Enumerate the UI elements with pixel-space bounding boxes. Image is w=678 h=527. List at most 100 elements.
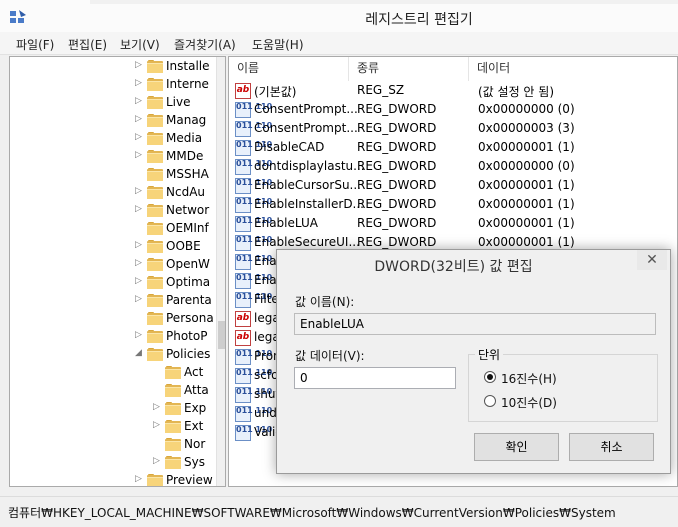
tree-item[interactable]: ▷ Optima [10,273,216,291]
value-type-cell: REG_DWORD [357,197,437,211]
close-icon[interactable]: ✕ [637,250,667,270]
value-row[interactable]: 011 110 ConsentPrompt... REG_DWORD 0x000000… [229,100,677,119]
tree-item[interactable]: ▷ Manag [10,111,216,129]
collapsed-arrow-icon[interactable]: ▷ [135,204,143,214]
tree-item[interactable]: OEMInf [10,219,216,237]
folder-icon [165,366,181,379]
value-row[interactable]: 011 110 DisableCAD REG_DWORD 0x00000001 (1) [229,138,677,157]
collapsed-arrow-icon[interactable]: ▷ [135,114,143,124]
collapsed-arrow-icon[interactable]: ▷ [135,150,143,160]
tree-item-label: Manag [166,113,207,127]
folder-icon [147,294,163,307]
key-tree[interactable]: ▷ Installe ▷ Interne ▷ Live ▷ Manag ▷ Media ▷ MMDe M… [9,56,226,487]
tree-item-label: Exp [184,401,207,415]
value-data-input[interactable]: 0 [294,367,456,389]
binary-value-icon: 011 110 [235,273,272,289]
tree-item-label: Sys [184,455,205,469]
collapsed-arrow-icon[interactable]: ▷ [153,402,161,412]
ok-button[interactable]: 확인 [474,433,559,461]
folder-icon [147,114,163,127]
value-row[interactable]: 011 110 ConsentPrompt... REG_DWORD 0x000000… [229,119,677,138]
folder-icon [165,420,181,433]
folder-icon [147,168,163,181]
value-row[interactable]: 011 110 EnableCursorSu... REG_DWORD 0x00000… [229,176,677,195]
menu-edit[interactable]: 편집(E) [68,36,107,53]
collapsed-arrow-icon[interactable]: ▷ [135,78,143,88]
folder-icon [165,456,181,469]
tree-item[interactable]: ▷ Networ [10,201,216,219]
tree-item[interactable]: ▷ Preview [10,471,216,486]
tree-item[interactable]: ▷ Media [10,129,216,147]
menu-help[interactable]: 도움말(H) [252,36,304,53]
tree-item[interactable]: ▷ Live [10,93,216,111]
tree-item[interactable]: Nor [10,435,216,453]
collapsed-arrow-icon[interactable]: ▷ [135,330,143,340]
status-bar: 컴퓨터₩HKEY_LOCAL_MACHINE₩SOFTWARE₩Microsof… [0,496,678,527]
value-data-cell: 0x00000001 (1) [478,216,575,230]
collapsed-arrow-icon[interactable]: ▷ [135,96,143,106]
tree-item-label: Media [166,131,203,145]
tree-item[interactable]: MSSHA [10,165,216,183]
value-name-label: 값 이름(N): [295,295,355,309]
radio-hex-circle[interactable] [484,371,496,383]
tree-item[interactable]: ▷ PhotoP [10,327,216,345]
menu-file[interactable]: 파일(F) [16,36,54,53]
tree-item[interactable]: ▷ Interne [10,75,216,93]
tree-item-label: Installe [166,59,210,73]
collapsed-arrow-icon[interactable]: ▷ [153,456,161,466]
collapsed-arrow-icon[interactable]: ▷ [135,60,143,70]
value-row[interactable]: 011 110 dontdisplaylastu... REG_DWORD 0x000… [229,157,677,176]
value-type-cell: REG_DWORD [357,102,437,116]
value-data-label: 값 데이터(V): [295,349,365,363]
value-type-cell: REG_DWORD [357,121,437,135]
column-header-name[interactable]: 이름 [229,57,349,81]
tree-item[interactable]: ▷ Installe [10,57,216,75]
tree-item[interactable]: ▷ MMDe [10,147,216,165]
menu-favorites[interactable]: 즐겨찾기(A) [174,36,236,53]
tree-item[interactable]: ▷ Exp [10,399,216,417]
folder-icon [147,276,163,289]
tree-item[interactable]: ◢ Policies [10,345,216,363]
collapsed-arrow-icon[interactable]: ▷ [135,132,143,142]
tree-item[interactable]: ▷ OpenW [10,255,216,273]
tree-item-label: Nor [184,437,206,451]
collapsed-arrow-icon[interactable]: ▷ [135,240,143,250]
value-row[interactable]: ab (기본값) REG_SZ (값 설정 안 됨) [229,81,677,100]
tree-scrollbar[interactable] [216,57,225,486]
tree-item-label: Act [184,365,204,379]
expanded-arrow-icon[interactable]: ◢ [135,348,143,358]
collapsed-arrow-icon[interactable]: ▷ [153,420,161,430]
tree-item[interactable]: ▷ OOBE [10,237,216,255]
binary-value-icon: 011 110 [235,159,272,175]
collapsed-arrow-icon[interactable]: ▷ [135,276,143,286]
folder-icon [147,258,163,271]
column-header-type[interactable]: 종류 [349,57,469,81]
tree-item[interactable]: Act [10,363,216,381]
collapsed-arrow-icon[interactable]: ▷ [135,258,143,268]
tree-scroll-thumb[interactable] [218,321,225,349]
folder-icon [147,312,163,325]
radio-dec-circle[interactable] [484,395,496,407]
binary-value-icon: 011 110 [235,292,272,308]
value-type-cell: REG_DWORD [357,216,437,230]
value-row[interactable]: 011 110 EnableLUA REG_DWORD 0x00000001 (1) [229,214,677,233]
cancel-button[interactable]: 취소 [569,433,654,461]
menu-view[interactable]: 보기(V) [120,36,160,53]
menu-bar: 파일(F) 편집(E) 보기(V) 즐겨찾기(A) 도움말(H) [0,32,678,55]
tree-item[interactable]: ▷ Sys [10,453,216,471]
dialog-title: DWORD(32비트) 값 편집 [374,259,533,275]
tree-item[interactable]: ▷ NcdAu [10,183,216,201]
collapsed-arrow-icon[interactable]: ▷ [135,294,143,304]
collapsed-arrow-icon[interactable]: ▷ [135,474,143,484]
tree-item-label: Ext [184,419,204,433]
column-header-data[interactable]: 데이터 [469,57,677,81]
folder-icon [147,150,163,163]
radio-hex[interactable]: 16진수(H) [484,370,644,386]
tree-item[interactable]: Atta [10,381,216,399]
collapsed-arrow-icon[interactable]: ▷ [135,186,143,196]
value-row[interactable]: 011 110 EnableInstallerD... REG_DWORD 0x000… [229,195,677,214]
tree-item[interactable]: ▷ Parenta [10,291,216,309]
radio-dec[interactable]: 10진수(D) [484,394,644,410]
tree-item[interactable]: ▷ Ext [10,417,216,435]
tree-item[interactable]: Persona [10,309,216,327]
